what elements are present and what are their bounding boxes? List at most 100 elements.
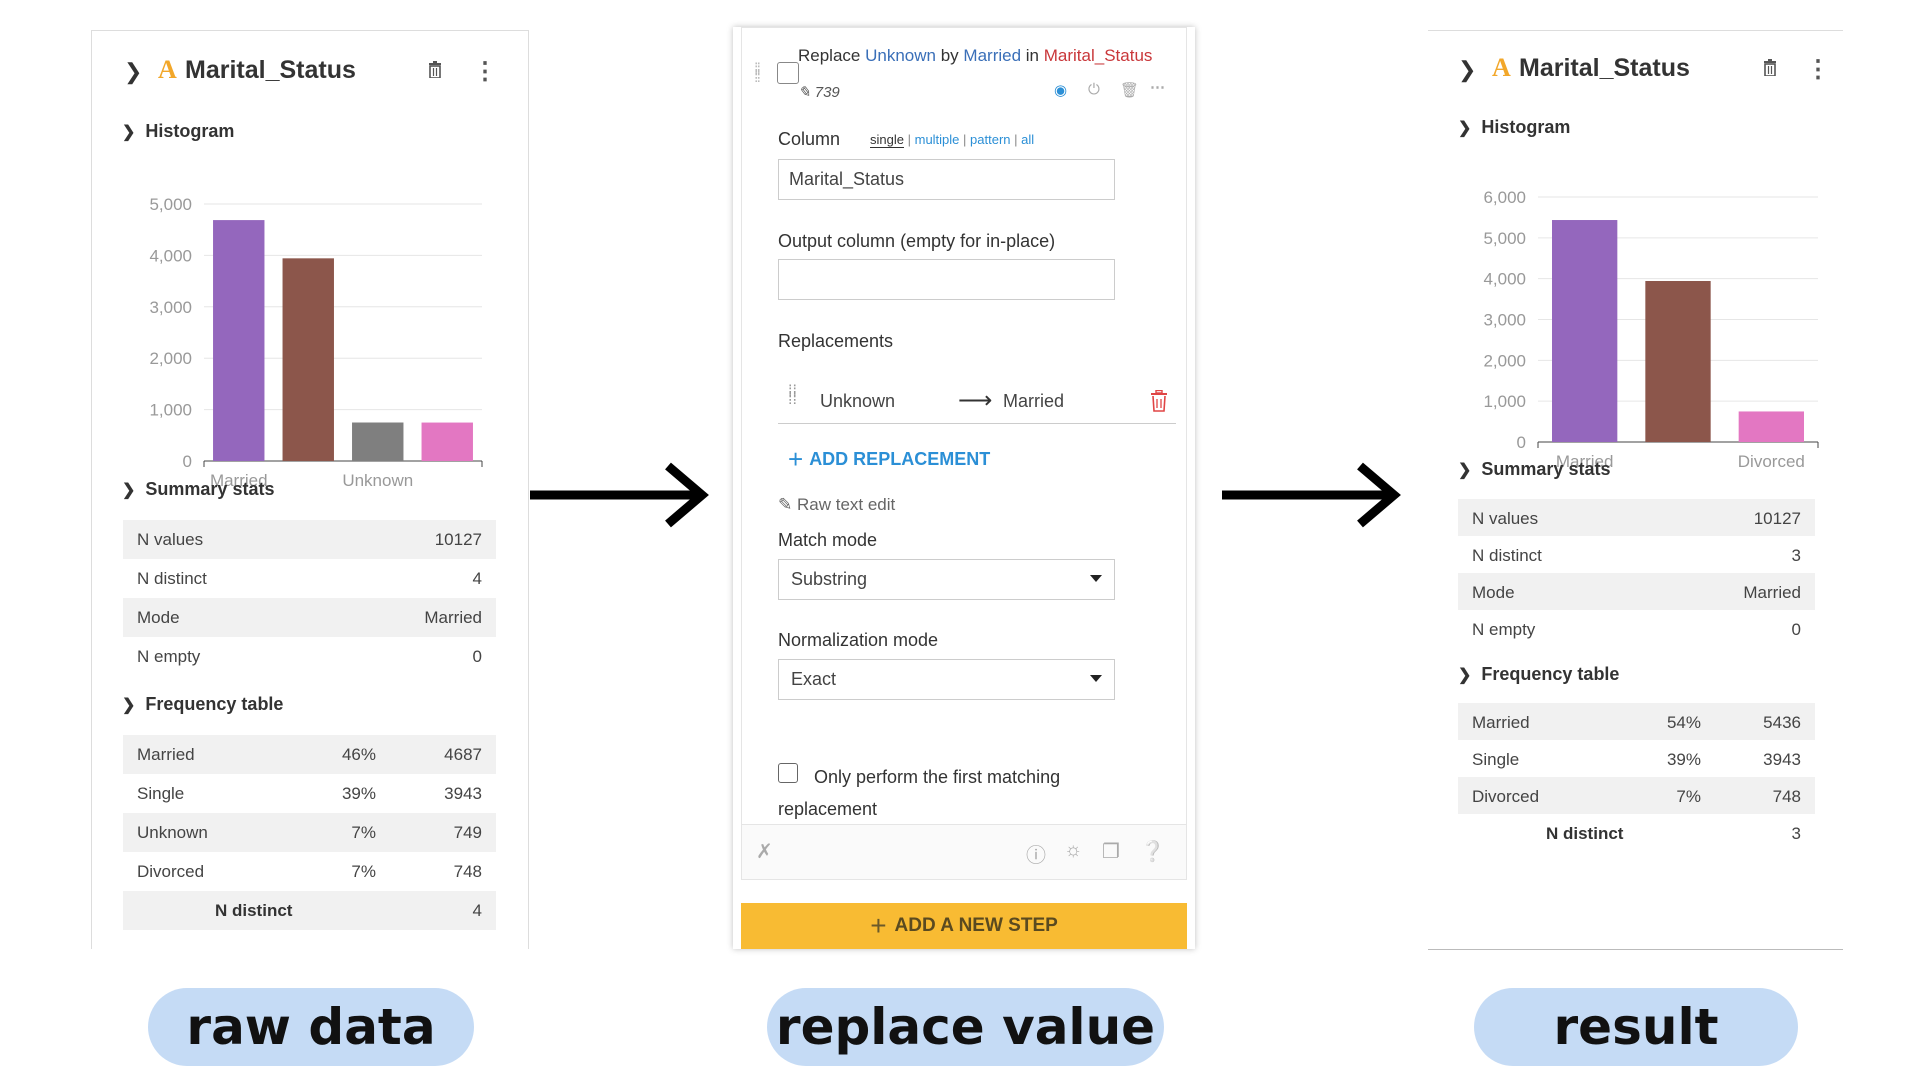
info-icon[interactable]: ⓘ xyxy=(1026,839,1046,868)
mode-single-link[interactable]: single xyxy=(870,132,904,148)
eye-icon[interactable]: ◉ xyxy=(1054,81,1067,99)
frequency-table: Married 46% 4687 Single 39% 3943 Unknown 7% 74… xyxy=(123,735,496,930)
freq-label: Divorced xyxy=(137,862,205,881)
chevron-down-icon: ❯ xyxy=(1458,667,1472,684)
step-footer: ✗ ⓘ ☼ ❐ ❔ xyxy=(742,824,1186,879)
summary-section-header[interactable]: ❯ Summary stats xyxy=(1458,459,1610,480)
replacements-label: Replacements xyxy=(778,331,894,351)
freq-percent: 39% xyxy=(1666,750,1701,769)
mode-pattern-link[interactable]: pattern xyxy=(970,132,1010,147)
y-tick-label: 5,000 xyxy=(1483,229,1526,248)
drag-handle-icon[interactable]: ⁞⁞ ⁞⁞ xyxy=(754,62,761,86)
bar-single[interactable] xyxy=(1645,280,1711,442)
frequency-title: Frequency table xyxy=(145,694,284,714)
normalization-mode-label: Normalization mode xyxy=(778,630,939,650)
add-replacement-button[interactable]: + ADD REPLACEMENT xyxy=(788,444,990,475)
freq-footer-label: N distinct xyxy=(215,901,293,920)
freq-label: Married xyxy=(137,745,195,764)
dropdown-caret-icon xyxy=(1090,575,1102,582)
copy-icon[interactable]: ❐ xyxy=(1102,839,1120,864)
summary-section-header[interactable]: ❯ Summary stats xyxy=(122,479,274,500)
frequency-section-header[interactable]: ❯ Frequency table xyxy=(122,694,283,715)
freq-footer-value: 4 xyxy=(472,901,482,920)
stat-row: N empty 0 xyxy=(123,637,496,676)
table-row: Divorced 7% 748 xyxy=(1458,777,1815,814)
mode-multiple-link[interactable]: multiple xyxy=(915,132,960,147)
more-options-icon[interactable]: ⋮ xyxy=(1806,55,1830,84)
freq-label: Unknown xyxy=(137,823,208,842)
bar-unknown[interactable] xyxy=(352,422,404,461)
match-mode-select[interactable]: Substring xyxy=(778,559,1115,600)
chevron-down-icon: ❯ xyxy=(122,482,136,499)
freq-percent: 39% xyxy=(341,784,376,803)
delete-step-icon[interactable]: 🗑 xyxy=(1120,81,1139,99)
match-mode-value: Substring xyxy=(791,569,868,589)
add-new-step-button[interactable]: + ADD A NEW STEP xyxy=(741,903,1187,949)
step-title-verb: Replace xyxy=(798,46,861,65)
string-type-icon: A xyxy=(1492,53,1511,82)
raw-text-edit-link[interactable]: ✎ Raw text edit xyxy=(778,495,895,515)
collapse-chevron-icon[interactable]: ❯ xyxy=(124,59,142,85)
replacement-row: ⁞⁞ ⁞⁞ Unknown ⟶ Married xyxy=(778,380,1176,424)
replacement-to[interactable]: Married xyxy=(1003,391,1064,412)
table-row: Single 39% 3943 xyxy=(1458,740,1815,777)
bar-divorced[interactable] xyxy=(421,422,473,461)
pencil-icon: ✎ xyxy=(798,84,811,101)
edit-count: ✎ 739 xyxy=(798,83,840,101)
column-mode-links: single | multiple | pattern | all xyxy=(870,132,1034,148)
histogram-section-header[interactable]: ❯ Histogram xyxy=(1458,117,1570,138)
drag-handle-icon[interactable]: ⁞⁞ ⁞⁞ xyxy=(788,384,797,408)
freq-footer-value: 3 xyxy=(1791,824,1801,843)
help-icon[interactable]: ❔ xyxy=(1140,839,1165,864)
freq-label: Married xyxy=(1472,713,1530,732)
bar-single[interactable] xyxy=(282,258,334,461)
more-options-icon[interactable]: ⋯ xyxy=(1150,78,1165,96)
freq-label: Single xyxy=(1472,750,1520,769)
match-mode-label: Match mode xyxy=(778,530,878,550)
plus-icon: + xyxy=(870,910,887,941)
stat-label: N empty xyxy=(137,647,201,666)
output-column-label: Output column (empty for in-place) xyxy=(778,231,1056,251)
stat-row: N values 10127 xyxy=(123,520,496,559)
stat-label: Mode xyxy=(137,608,180,627)
trash-icon[interactable] xyxy=(428,61,442,78)
string-type-icon: A xyxy=(158,55,177,84)
x-tick-label: Divorced xyxy=(1738,452,1805,471)
mode-all-link[interactable]: all xyxy=(1021,132,1034,147)
mode-separator: | xyxy=(963,132,967,147)
more-options-icon[interactable]: ⋮ xyxy=(473,57,497,86)
output-column-input[interactable] xyxy=(778,259,1115,300)
step-card: ⁞⁞ ⁞⁞ Replace Unknown by Married in Marit… xyxy=(741,27,1187,880)
stat-value: 3 xyxy=(1791,546,1801,565)
collapse-chevron-icon[interactable]: ❯ xyxy=(1458,57,1476,83)
normalization-mode-select[interactable]: Exact xyxy=(778,659,1115,700)
mode-separator: | xyxy=(907,132,911,147)
column-name: Marital_Status xyxy=(185,56,356,84)
stat-value: Married xyxy=(424,608,482,627)
arrow-right-icon: ⟶ xyxy=(958,387,993,414)
column-input[interactable]: Marital_Status xyxy=(778,159,1115,200)
y-tick-label: 2,000 xyxy=(149,349,192,368)
histogram-section-header[interactable]: ❯ Histogram xyxy=(122,121,234,142)
bar-married[interactable] xyxy=(1552,220,1618,442)
delete-replacement-icon[interactable] xyxy=(1150,390,1168,412)
stat-label: N values xyxy=(137,530,204,549)
trash-icon[interactable] xyxy=(1763,59,1777,76)
stat-row: N empty 0 xyxy=(1458,610,1815,647)
step-select-checkbox[interactable] xyxy=(777,62,799,84)
chevron-down-icon: ❯ xyxy=(1458,462,1472,479)
freq-percent: 54% xyxy=(1666,713,1701,732)
summary-title: Summary stats xyxy=(1481,459,1611,479)
frequency-section-header[interactable]: ❯ Frequency table xyxy=(1458,664,1619,685)
replacement-from[interactable]: Unknown xyxy=(820,391,895,412)
formula-icon[interactable]: ✗ xyxy=(756,839,773,864)
freq-count: 748 xyxy=(453,862,482,881)
bar-married[interactable] xyxy=(213,220,265,461)
y-tick-label: 4,000 xyxy=(1483,270,1526,289)
bar-divorced[interactable] xyxy=(1738,411,1804,442)
table-row: Unknown 7% 749 xyxy=(123,813,496,852)
edit-icon: ✎ xyxy=(778,495,793,514)
palette-icon[interactable]: ☼ xyxy=(1064,839,1082,862)
power-icon[interactable]: ⏻ xyxy=(1088,81,1100,98)
y-tick-label: 6,000 xyxy=(1483,188,1526,207)
